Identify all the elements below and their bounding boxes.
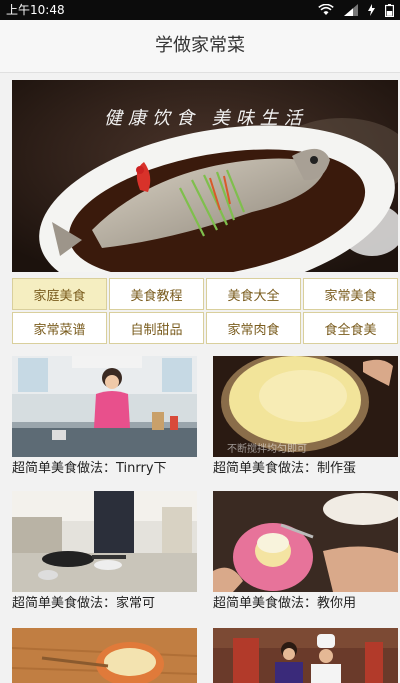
category-meishi-jiaocheng[interactable]: 美食教程: [109, 278, 204, 310]
hero-banner[interactable]: 健康饮食 美味生活: [12, 80, 398, 272]
dessert-decorating-image: [213, 491, 398, 592]
wifi-icon: [318, 4, 334, 15]
app-title: 学做家常菜: [155, 35, 245, 56]
stovetop-cooking-image: [12, 491, 197, 592]
video-title: 超简单美食做法：家常可: [12, 596, 156, 611]
video-thumbnail: 不断搅拌均匀即可: [213, 356, 398, 457]
video-thumbnail: [12, 356, 197, 457]
category-jiachang-roushi[interactable]: 家常肉食: [206, 312, 301, 344]
battery-icon: [385, 3, 394, 17]
category-shiquan-shimei[interactable]: 食全食美: [303, 312, 398, 344]
video-thumbnail: [12, 628, 197, 683]
video-title: 超简单美食做法：制作蛋: [213, 461, 357, 476]
video-title: 超简单美食做法：Tinrry下: [12, 461, 167, 476]
status-time: 上午10:48: [6, 3, 65, 17]
category-zizhi-tianpin[interactable]: 自制甜品: [109, 312, 204, 344]
status-bar: 上午10:48: [0, 0, 400, 20]
video-thumbnail: [213, 628, 398, 683]
chef-presenters-image: [213, 628, 398, 683]
baking-bowl-image: [12, 628, 197, 683]
video-subtitle-overlay: 不断搅拌均匀即可: [227, 444, 307, 455]
video-thumbnail: [12, 491, 197, 592]
category-jiachang-meishi[interactable]: 家常美食: [303, 278, 398, 310]
charging-icon: [368, 4, 375, 16]
video-thumbnail: [213, 491, 398, 592]
video-card[interactable]: 超简单美食做法：家常可: [12, 491, 197, 611]
status-icons: [318, 3, 394, 17]
video-card[interactable]: 超简单美食做法：教你用: [213, 491, 398, 611]
kitchen-presenter-image: [12, 356, 197, 457]
video-title: 超简单美食做法：教你用: [213, 596, 357, 611]
banner-slogan: 健康饮食 美味生活: [104, 108, 308, 129]
video-card[interactable]: [12, 628, 197, 683]
app-bar: 学做家常菜: [0, 20, 400, 73]
video-card[interactable]: 不断搅拌均匀即可 超简单美食做法：制作蛋: [213, 356, 398, 476]
video-card[interactable]: 超简单美食做法：Tinrry下: [12, 356, 197, 476]
video-card[interactable]: [213, 628, 398, 683]
category-jiachang-caipu[interactable]: 家常菜谱: [12, 312, 107, 344]
category-jiating-meishi[interactable]: 家庭美食: [12, 278, 107, 310]
signal-icon: [344, 4, 358, 16]
category-grid: 家庭美食 美食教程 美食大全 家常美食 家常菜谱 自制甜品 家常肉食 食全食美: [12, 278, 398, 344]
category-meishi-daquan[interactable]: 美食大全: [206, 278, 301, 310]
